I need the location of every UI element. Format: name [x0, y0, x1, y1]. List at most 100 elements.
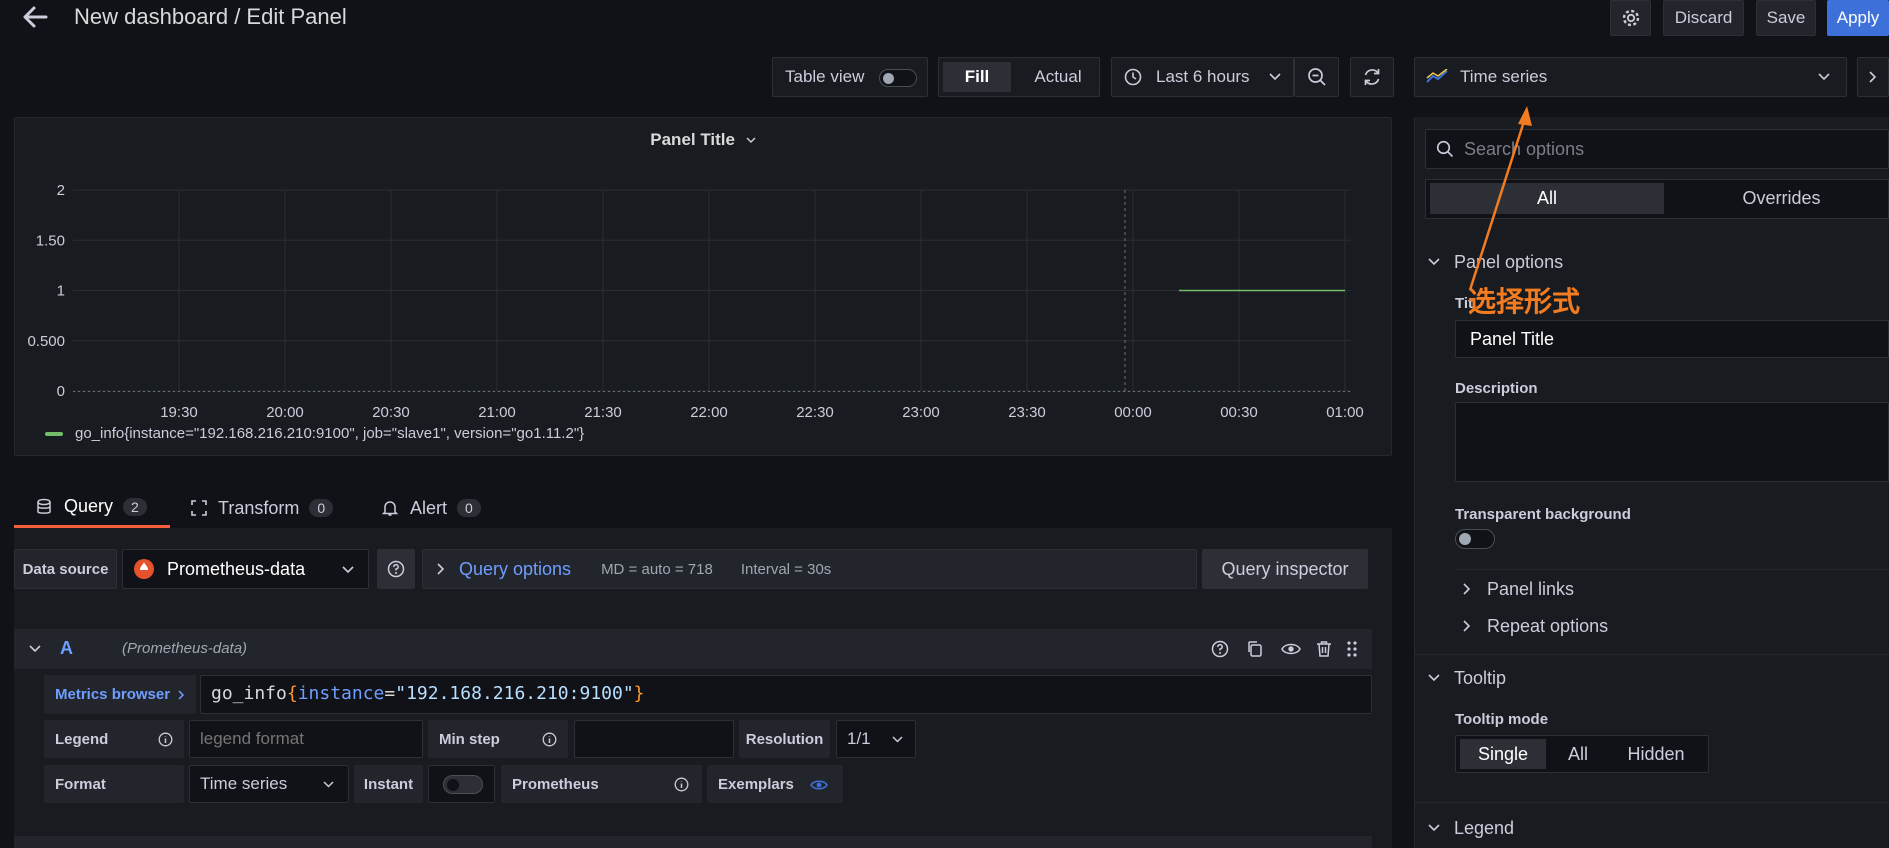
drag-handle-icon[interactable]: [1346, 640, 1358, 658]
divider: [1455, 569, 1889, 570]
tab-transform[interactable]: Transform 0: [190, 488, 334, 528]
metrics-browser-button[interactable]: Metrics browser: [44, 675, 196, 714]
legend-format-input[interactable]: [189, 720, 423, 758]
interval-text: Interval = 30s: [740, 560, 832, 578]
help-button[interactable]: [377, 549, 415, 589]
data-source-label: Data source: [14, 549, 117, 589]
instant-toggle[interactable]: [428, 765, 495, 803]
query-inspector-button[interactable]: Query inspector: [1202, 549, 1368, 589]
help-icon[interactable]: [1211, 640, 1229, 658]
fill-actual-group: Fill Actual: [938, 57, 1100, 97]
settings-button[interactable]: [1610, 0, 1651, 36]
x-tick-label: 19:30: [160, 404, 198, 421]
zoom-out-button[interactable]: [1294, 57, 1339, 97]
toggle-switch: [443, 775, 483, 794]
visualization-picker[interactable]: Time series: [1414, 57, 1847, 97]
help-icon: [387, 560, 405, 578]
chevron-right-icon: [1463, 583, 1471, 595]
actual-button[interactable]: Actual: [1021, 62, 1095, 92]
description-textarea[interactable]: [1455, 402, 1889, 482]
tab-label: Transform: [218, 497, 300, 518]
exemplars-toggle[interactable]: Exemplars: [707, 765, 843, 803]
tab-query[interactable]: Query 2: [14, 488, 170, 528]
zoom-out-icon: [1307, 67, 1327, 87]
query-options-toggle[interactable]: Query options MD = auto = 718 Interval =…: [422, 549, 1197, 589]
duplicate-icon[interactable]: [1246, 640, 1264, 658]
query-ref-id[interactable]: A: [60, 638, 73, 659]
chevron-down-icon: [1818, 73, 1830, 81]
data-source-value: Prometheus-data: [167, 558, 306, 579]
chevron-right-icon: [437, 563, 445, 575]
panel-preview: Panel Title 0 0.500 1 1.50 2 19:30 20:00 20:30 2…: [14, 117, 1392, 456]
query-options-label: Query options: [459, 558, 572, 579]
prometheus-icon: [133, 558, 155, 580]
fill-button[interactable]: Fill: [943, 62, 1011, 92]
clock-icon: [1124, 68, 1142, 86]
legend-label: go_info{instance="192.168.216.210:9100",…: [75, 425, 585, 442]
back-arrow-icon[interactable]: [20, 4, 50, 30]
query-expression-input[interactable]: go_info{instance="192.168.216.210:9100"}: [200, 675, 1372, 714]
x-tick-label: 20:30: [372, 404, 410, 421]
data-source-picker[interactable]: Prometheus-data: [122, 549, 369, 589]
transform-icon: [190, 499, 208, 517]
tab-overrides[interactable]: Overrides: [1664, 183, 1889, 214]
apply-button[interactable]: Apply: [1827, 0, 1889, 36]
chevron-down-icon: [342, 566, 354, 574]
chevron-down-icon: [1428, 824, 1440, 832]
save-button[interactable]: Save: [1756, 0, 1816, 36]
discard-button[interactable]: Discard: [1663, 0, 1744, 36]
panel-title-input[interactable]: Panel Title: [1455, 320, 1889, 358]
tooltip-mode-all[interactable]: All: [1550, 739, 1606, 769]
legend-item[interactable]: go_info{instance="192.168.216.210:9100",…: [45, 425, 584, 442]
trash-icon[interactable]: [1316, 640, 1332, 658]
prometheus-type-label: Prometheus: [501, 765, 702, 803]
chevron-down-icon: [323, 781, 334, 788]
expr-brace: {: [286, 683, 298, 704]
eye-icon: [810, 778, 828, 792]
eye-icon[interactable]: [1281, 641, 1301, 657]
repeat-options-toggle[interactable]: Repeat options: [1455, 614, 1608, 638]
bell-icon: [382, 499, 398, 517]
min-step-input[interactable]: [574, 720, 734, 758]
search-options-input[interactable]: Search options: [1425, 129, 1889, 169]
table-view-toggle[interactable]: Table view: [772, 57, 928, 97]
database-icon: [36, 498, 52, 516]
info-icon: [542, 732, 557, 747]
chevron-down-icon: [892, 736, 903, 743]
tab-label: Alert: [410, 497, 448, 518]
refresh-button[interactable]: [1350, 57, 1394, 97]
info-icon: [674, 777, 689, 792]
collapse-options-button[interactable]: [1857, 57, 1889, 97]
x-tick-label: 21:30: [584, 404, 622, 421]
section-legend[interactable]: Legend: [1414, 816, 1514, 840]
max-data-points-text: MD = auto = 718: [601, 560, 713, 578]
x-tick-label: 23:00: [902, 404, 940, 421]
x-tick-label: 00:30: [1220, 404, 1258, 421]
panel-links-toggle[interactable]: Panel links: [1455, 577, 1574, 601]
transparent-toggle[interactable]: [1455, 529, 1495, 549]
toggle-switch[interactable]: [879, 69, 917, 87]
legend-color-swatch: [45, 431, 63, 436]
section-panel-options[interactable]: Panel options: [1414, 250, 1563, 274]
legend-field-label: Legend: [44, 720, 184, 758]
tab-alert[interactable]: Alert 0: [382, 488, 481, 528]
resolution-select[interactable]: 1/1: [836, 720, 916, 758]
section-tooltip[interactable]: Tooltip: [1414, 666, 1506, 690]
tab-all[interactable]: All: [1430, 183, 1664, 214]
x-tick-label: 23:30: [1008, 404, 1046, 421]
expr-metric: go_info: [211, 683, 287, 704]
info-icon: [158, 732, 173, 747]
instant-field-label: Instant: [354, 765, 423, 803]
collapse-chevron-icon[interactable]: [29, 645, 41, 653]
gear-icon: [1621, 8, 1641, 28]
annotation-label: 选择形式: [1468, 285, 1581, 318]
y-tick-label: 1: [57, 283, 65, 300]
time-range-picker[interactable]: Last 6 hours: [1111, 57, 1294, 97]
tooltip-mode-single[interactable]: Single: [1460, 739, 1546, 769]
x-tick-label: 01:00: [1326, 404, 1364, 421]
tooltip-mode-hidden[interactable]: Hidden: [1610, 739, 1702, 769]
chevron-down-icon: [1428, 258, 1440, 266]
expr-label-value: "192.168.216.210:9100": [395, 683, 634, 704]
format-select[interactable]: Time series: [189, 765, 349, 803]
x-tick-label: 21:00: [478, 404, 516, 421]
